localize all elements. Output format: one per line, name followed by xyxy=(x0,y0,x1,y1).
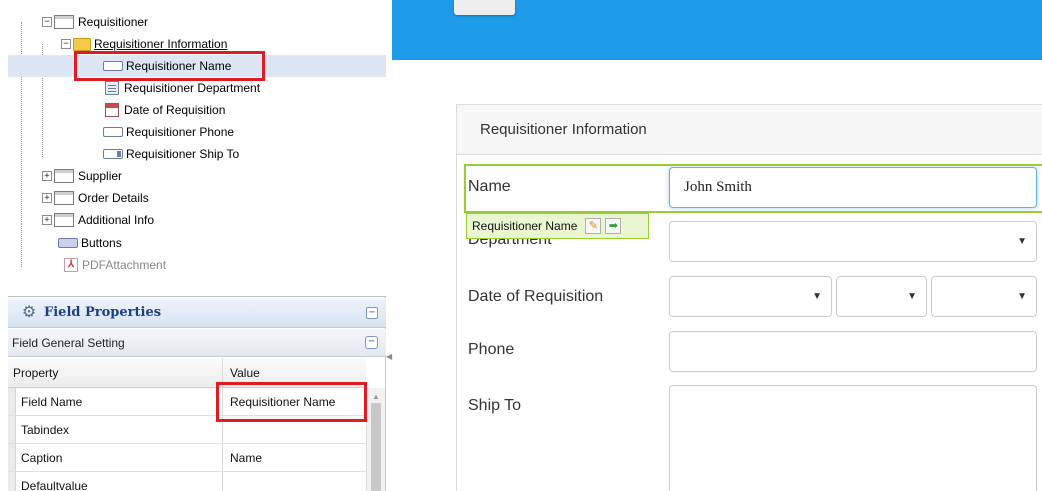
column-header-value: Value xyxy=(230,365,260,380)
calendar-icon xyxy=(105,103,119,117)
property-grid-scrollbar[interactable]: ▲ xyxy=(366,388,385,491)
chevron-down-icon: ▼ xyxy=(1017,291,1027,302)
chevron-down-icon: ▼ xyxy=(812,291,822,302)
property-name: Caption xyxy=(16,444,223,471)
pdf-icon: ⅄ xyxy=(64,258,78,272)
section-icon xyxy=(54,213,74,227)
row-gutter xyxy=(8,416,16,443)
form-section-title: Requisitioner Information xyxy=(457,105,1042,155)
ship-to-textarea[interactable] xyxy=(669,385,1037,491)
section-icon xyxy=(54,169,74,183)
field-properties-title: Field Properties xyxy=(44,305,162,320)
tree-connector xyxy=(21,22,22,224)
field-tag: Requisitioner Name ✎ ➡ xyxy=(466,213,649,239)
date-month-select[interactable]: ▼ xyxy=(669,276,832,317)
textarea-icon xyxy=(103,149,123,159)
chevron-down-icon: ▼ xyxy=(907,291,917,302)
field-general-setting-header[interactable]: Field General Setting − xyxy=(8,329,386,357)
tree-item-label: Requisitioner Department xyxy=(124,81,261,95)
property-row-defaultvalue[interactable]: Defaultvalue xyxy=(8,472,366,491)
field-tag-label: Requisitioner Name xyxy=(472,219,578,233)
button-icon xyxy=(58,238,78,248)
folder-icon xyxy=(73,37,91,51)
collapse-panel-button[interactable]: − xyxy=(366,306,378,319)
tree-item-label: Supplier xyxy=(78,169,123,183)
tree-item-supplier[interactable]: + Supplier xyxy=(42,165,122,187)
tree-item-label: Requisitioner Name xyxy=(126,59,232,73)
tree-item-date-of-requisition[interactable]: Date of Requisition xyxy=(105,99,225,121)
splitter-handle[interactable]: ◀ xyxy=(386,352,392,366)
tree-item-label: Requisitioner Phone xyxy=(126,125,235,139)
tree-item-requisitioner-information[interactable]: − Requisitioner Information xyxy=(61,33,227,55)
property-value[interactable] xyxy=(223,416,366,443)
tree-item-requisitioner[interactable]: − Requisitioner xyxy=(42,11,148,33)
tree-item-requisitioner-phone[interactable]: Requisitioner Phone xyxy=(103,121,234,143)
property-name: Field Name xyxy=(16,388,223,415)
expand-icon[interactable]: + xyxy=(42,193,52,203)
expand-icon[interactable]: + xyxy=(42,171,52,181)
tree-item-label: Date of Requisition xyxy=(124,103,226,117)
textbox-icon xyxy=(103,61,123,71)
field-general-setting-title: Field General Setting xyxy=(12,335,125,350)
scroll-thumb[interactable] xyxy=(371,403,381,491)
phone-input[interactable] xyxy=(669,331,1037,372)
property-name: Tabindex xyxy=(16,416,223,443)
department-select[interactable]: ▼ xyxy=(669,221,1037,262)
property-row-caption[interactable]: Caption Name xyxy=(8,444,366,472)
label-date-of-requisition: Date of Requisition xyxy=(468,288,604,305)
tree-item-pdf-attachment[interactable]: ⅄ PDFAttachment xyxy=(64,254,166,276)
gear-icon: ⚙ xyxy=(21,303,37,321)
property-row-field-name[interactable]: Field Name Requisitioner Name xyxy=(8,388,366,416)
tree-item-order-details[interactable]: + Order Details xyxy=(42,187,149,209)
collapse-group-button[interactable]: − xyxy=(365,336,378,349)
property-name: Defaultvalue xyxy=(16,472,223,491)
textbox-icon xyxy=(103,127,123,137)
row-gutter xyxy=(8,388,16,415)
arrow-right-icon[interactable]: ➡ xyxy=(605,218,622,234)
section-icon xyxy=(54,15,74,29)
label-name: Name xyxy=(468,178,511,195)
dropdown-icon xyxy=(105,81,119,95)
property-value[interactable] xyxy=(223,472,366,491)
name-input[interactable]: John Smith xyxy=(669,167,1037,208)
property-row-tabindex[interactable]: Tabindex xyxy=(8,416,366,444)
tree-item-requisitioner-name[interactable]: Requisitioner Name xyxy=(103,55,231,77)
form-tree: − Requisitioner − Requisitioner Informat… xyxy=(8,0,386,297)
collapse-icon[interactable]: − xyxy=(61,39,71,49)
property-value[interactable]: Requisitioner Name xyxy=(223,388,366,415)
tree-item-label: Additional Info xyxy=(78,213,155,227)
tree-item-additional-info[interactable]: + Additional Info xyxy=(42,209,154,231)
tree-item-label: Requisitioner Ship To xyxy=(126,147,240,161)
tree-item-label: Order Details xyxy=(78,191,149,205)
column-header-property: Property xyxy=(8,358,223,387)
expand-icon[interactable]: + xyxy=(42,215,52,225)
date-day-select[interactable]: ▼ xyxy=(836,276,927,317)
property-grid: Property Value Field Name Requisitioner … xyxy=(8,358,366,491)
row-gutter xyxy=(8,444,16,471)
top-tab[interactable] xyxy=(454,0,515,15)
chevron-down-icon: ▼ xyxy=(1017,236,1027,247)
name-input-value: John Smith xyxy=(684,179,752,195)
tree-item-buttons[interactable]: Buttons xyxy=(58,232,122,254)
date-year-select[interactable]: ▼ xyxy=(931,276,1037,317)
section-icon xyxy=(54,191,74,205)
collapse-icon[interactable]: − xyxy=(42,17,52,27)
label-ship-to: Ship To xyxy=(468,397,522,414)
field-properties-header: ⚙ Field Properties − xyxy=(8,298,386,328)
left-panel: − Requisitioner − Requisitioner Informat… xyxy=(8,0,386,491)
tree-item-requisitioner-ship-to[interactable]: Requisitioner Ship To xyxy=(103,143,239,165)
property-value[interactable]: Name xyxy=(223,444,366,471)
tree-item-requisitioner-department[interactable]: Requisitioner Department xyxy=(105,77,260,99)
tree-connector xyxy=(21,224,22,267)
edit-icon[interactable]: ✎ xyxy=(585,218,602,234)
tree-item-label: Requisitioner xyxy=(78,15,149,29)
label-phone: Phone xyxy=(468,341,515,358)
tree-item-label: PDFAttachment xyxy=(82,258,167,272)
property-grid-header: Property Value xyxy=(8,358,366,388)
row-gutter xyxy=(8,472,16,491)
scroll-up-icon[interactable]: ▲ xyxy=(372,392,380,401)
tree-item-label: Buttons xyxy=(81,236,122,250)
tree-item-label: Requisitioner Information xyxy=(94,37,228,51)
